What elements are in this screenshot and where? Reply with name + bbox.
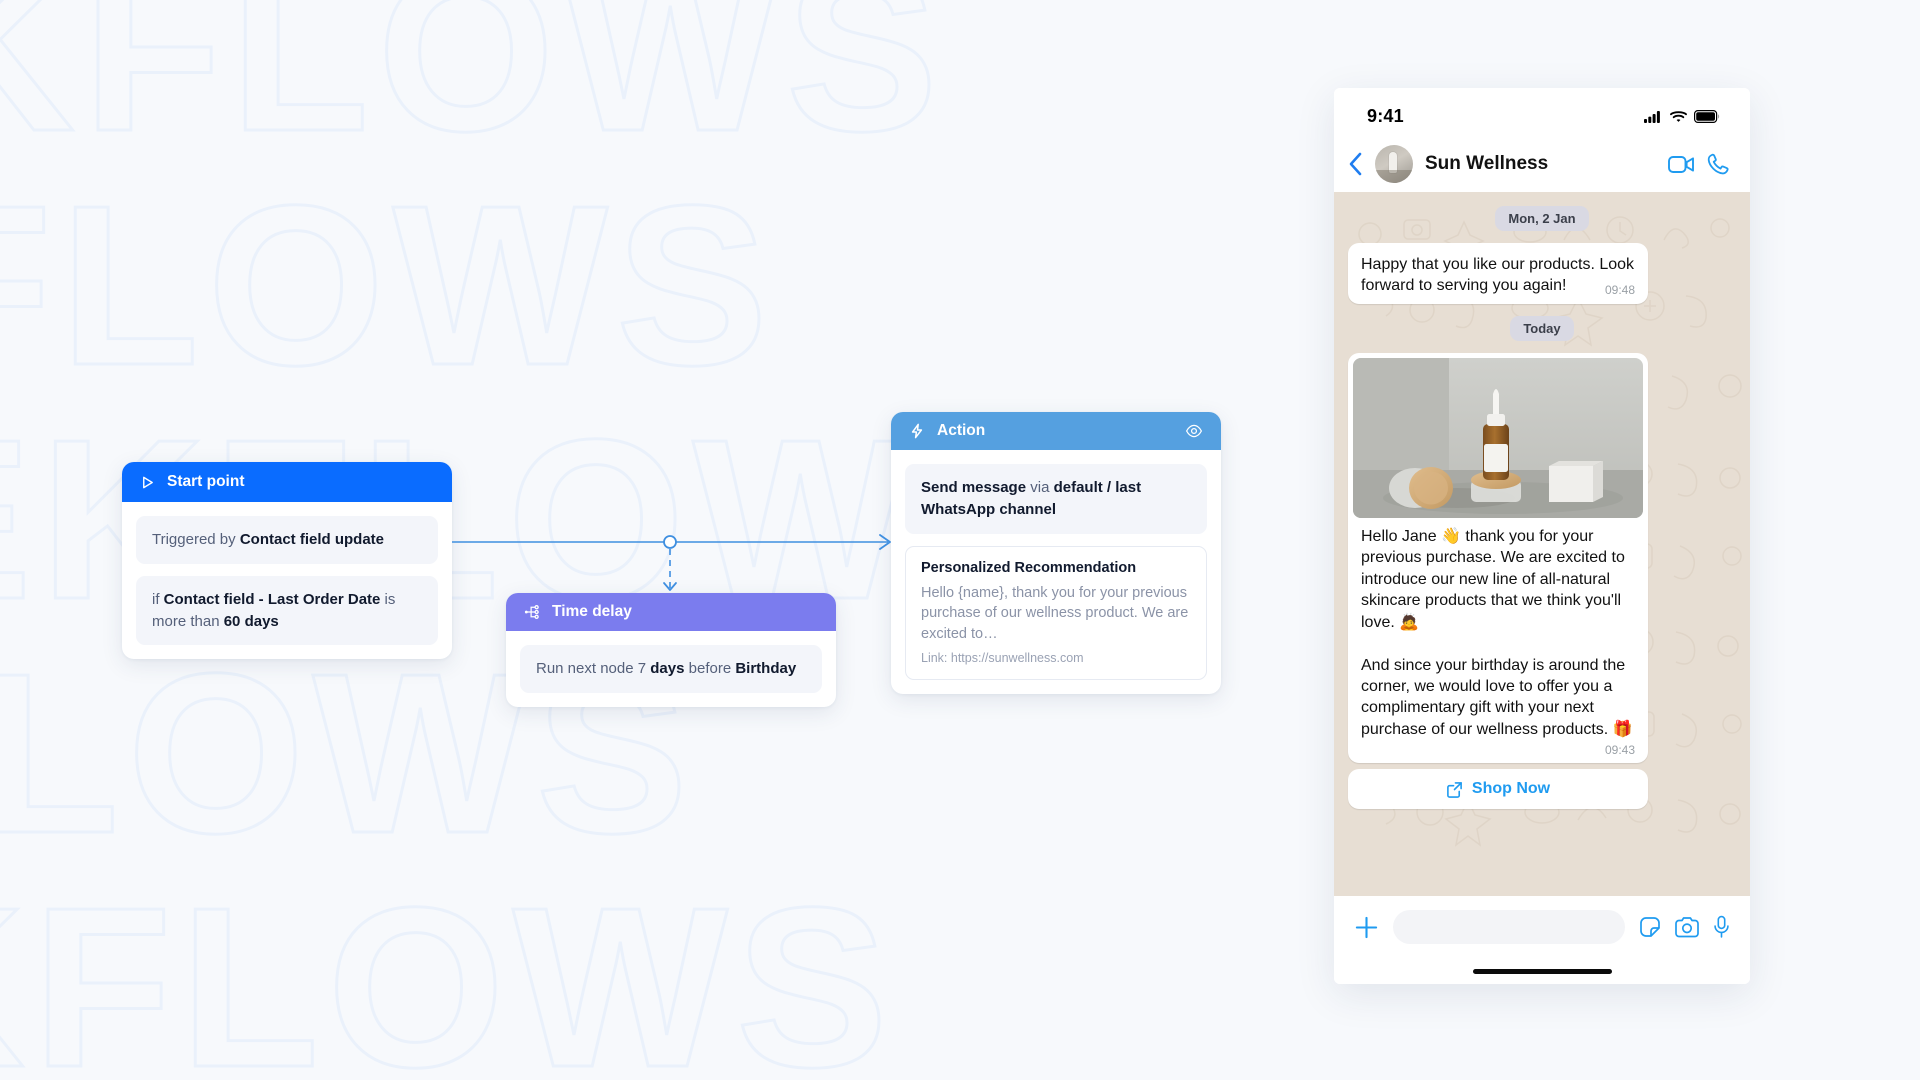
chat-bubble-incoming[interactable]: Happy that you like our products. Look f…: [1348, 243, 1648, 304]
chat-bubble-time: 09:48: [1604, 283, 1635, 298]
message-preview-card[interactable]: Personalized Recommendation Hello {name}…: [905, 545, 1207, 681]
branch-icon: [524, 604, 540, 620]
flow-node-start-point[interactable]: Start point Triggered by Contact field u…: [122, 462, 452, 660]
node-header-time-delay: Time delay: [506, 593, 836, 631]
node-title: Action: [937, 422, 986, 439]
chat-message-list[interactable]: Mon, 2 Jan Happy that you like our produ…: [1334, 192, 1750, 896]
delay-relation: before: [684, 660, 736, 677]
delay-row[interactable]: Run next node 7 days before Birthday: [520, 645, 822, 693]
send-message-label: Send message: [921, 479, 1027, 496]
play-icon: [140, 475, 155, 490]
home-indicator: [1334, 958, 1750, 984]
message-preview-title: Personalized Recommendation: [921, 559, 1137, 576]
trigger-value: Contact field update: [239, 531, 384, 548]
contact-name: Sun Wellness: [1425, 153, 1549, 174]
avatar[interactable]: [1375, 145, 1413, 183]
node-title: Start point: [167, 473, 245, 490]
node-body-start-point: Triggered by Contact field update if Con…: [122, 502, 452, 659]
delay-prefix: Run next node 7: [536, 660, 651, 677]
date-divider: Today: [1510, 315, 1574, 341]
chat-bubble-time: 09:43: [1604, 743, 1635, 758]
home-indicator-bar: [1472, 968, 1612, 974]
video-call-icon[interactable]: [1668, 155, 1695, 174]
condition-row[interactable]: if Contact field - Last Order Date is mo…: [136, 575, 438, 646]
lightning-icon: [909, 423, 925, 439]
node-header-start-point: Start point: [122, 462, 452, 502]
chat-header: Sun Wellness: [1334, 136, 1750, 192]
flow-node-time-delay[interactable]: Time delay Run next node 7 days before B…: [506, 593, 836, 707]
product-photo[interactable]: [1353, 357, 1643, 518]
send-via-label: via: [1026, 479, 1054, 496]
message-input[interactable]: [1393, 910, 1625, 944]
battery-icon: [1694, 109, 1720, 123]
node-body-time-delay: Run next node 7 days before Birthday: [506, 631, 836, 707]
flow-node-action[interactable]: Action Send message via default / last W…: [891, 412, 1221, 695]
sticker-icon[interactable]: [1639, 916, 1661, 938]
shop-now-label: Shop Now: [1471, 780, 1551, 798]
node-body-action: Send message via default / last WhatsApp…: [891, 450, 1221, 694]
external-link-icon: [1446, 781, 1463, 798]
condition-field: Contact field - Last Order Date: [163, 590, 381, 608]
trigger-row[interactable]: Triggered by Contact field update: [136, 516, 438, 564]
chat-bubble-media[interactable]: Hello Jane 👋 thank you for your previous…: [1348, 352, 1648, 764]
node-header-action: Action: [891, 412, 1221, 450]
trigger-prefix: Triggered by: [152, 531, 240, 548]
delay-unit: days: [650, 660, 685, 677]
phone-call-icon[interactable]: [1707, 153, 1730, 176]
message-preview-link: Link: https://sunwellness.com: [921, 651, 1084, 666]
phone-mockup: 9:41 Sun Wellness Mon, 2 Jan Happy that …: [1334, 88, 1750, 984]
eye-icon[interactable]: [1185, 422, 1203, 440]
plus-icon[interactable]: [1354, 915, 1379, 940]
send-message-row[interactable]: Send message via default / last WhatsApp…: [905, 464, 1207, 534]
phone-status-bar: 9:41: [1334, 88, 1750, 136]
status-bar-clock: 9:41: [1367, 105, 1404, 126]
chat-input-bar[interactable]: [1334, 896, 1750, 958]
shop-now-button[interactable]: Shop Now: [1348, 769, 1648, 810]
chat-bubble-text: Happy that you like our products. Look f…: [1361, 256, 1639, 295]
date-divider: Mon, 2 Jan: [1495, 206, 1589, 231]
chat-bubble-text: Hello Jane 👋 thank you for your previous…: [1361, 527, 1633, 738]
microphone-icon[interactable]: [1713, 915, 1730, 939]
node-title: Time delay: [552, 603, 632, 620]
condition-value: 60 days: [223, 612, 279, 630]
delay-anchor: Birthday: [735, 660, 797, 677]
cellular-signal-icon: [1644, 110, 1663, 123]
wifi-icon: [1670, 110, 1687, 123]
message-preview-body: Hello {name}, thank you for your previou…: [921, 584, 1189, 642]
condition-prefix: if: [152, 590, 164, 608]
back-chevron-icon[interactable]: [1348, 152, 1363, 176]
camera-icon[interactable]: [1675, 916, 1699, 938]
